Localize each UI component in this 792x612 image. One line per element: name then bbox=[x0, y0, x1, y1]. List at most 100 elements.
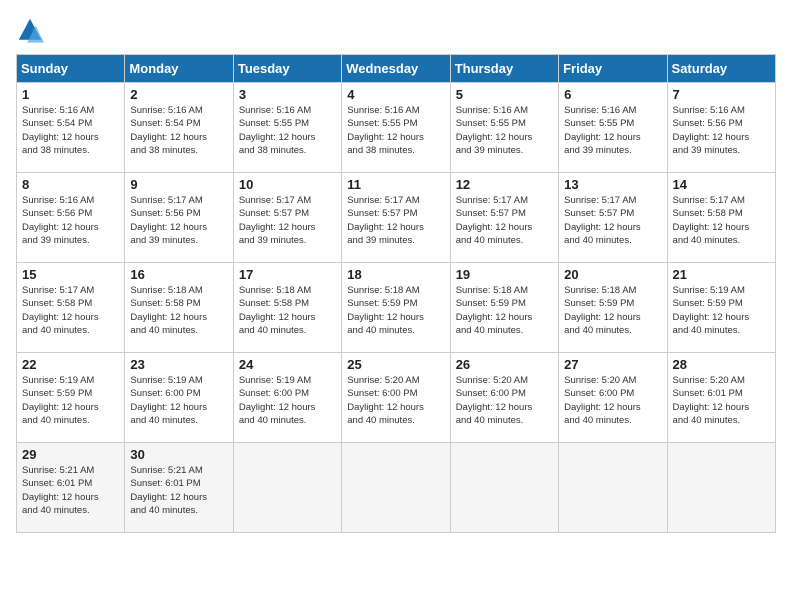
day-number: 5 bbox=[456, 87, 553, 102]
calendar-cell bbox=[342, 443, 450, 533]
day-info: Sunrise: 5:18 AMSunset: 5:58 PMDaylight:… bbox=[130, 284, 227, 337]
day-number: 21 bbox=[673, 267, 770, 282]
header-day: Monday bbox=[125, 55, 233, 83]
calendar-cell: 13 Sunrise: 5:17 AMSunset: 5:57 PMDaylig… bbox=[559, 173, 667, 263]
calendar-cell: 29 Sunrise: 5:21 AMSunset: 6:01 PMDaylig… bbox=[17, 443, 125, 533]
calendar-cell: 7 Sunrise: 5:16 AMSunset: 5:56 PMDayligh… bbox=[667, 83, 775, 173]
calendar-cell: 5 Sunrise: 5:16 AMSunset: 5:55 PMDayligh… bbox=[450, 83, 558, 173]
day-number: 15 bbox=[22, 267, 119, 282]
day-info: Sunrise: 5:21 AMSunset: 6:01 PMDaylight:… bbox=[22, 464, 119, 517]
calendar-cell bbox=[233, 443, 341, 533]
calendar-cell: 18 Sunrise: 5:18 AMSunset: 5:59 PMDaylig… bbox=[342, 263, 450, 353]
day-number: 16 bbox=[130, 267, 227, 282]
calendar-cell: 28 Sunrise: 5:20 AMSunset: 6:01 PMDaylig… bbox=[667, 353, 775, 443]
day-number: 9 bbox=[130, 177, 227, 192]
day-info: Sunrise: 5:18 AMSunset: 5:58 PMDaylight:… bbox=[239, 284, 336, 337]
day-number: 11 bbox=[347, 177, 444, 192]
calendar-cell: 4 Sunrise: 5:16 AMSunset: 5:55 PMDayligh… bbox=[342, 83, 450, 173]
calendar: SundayMondayTuesdayWednesdayThursdayFrid… bbox=[16, 54, 776, 533]
day-info: Sunrise: 5:16 AMSunset: 5:55 PMDaylight:… bbox=[239, 104, 336, 157]
calendar-cell: 17 Sunrise: 5:18 AMSunset: 5:58 PMDaylig… bbox=[233, 263, 341, 353]
day-info: Sunrise: 5:17 AMSunset: 5:57 PMDaylight:… bbox=[239, 194, 336, 247]
calendar-cell: 16 Sunrise: 5:18 AMSunset: 5:58 PMDaylig… bbox=[125, 263, 233, 353]
day-number: 27 bbox=[564, 357, 661, 372]
day-info: Sunrise: 5:16 AMSunset: 5:55 PMDaylight:… bbox=[564, 104, 661, 157]
calendar-cell bbox=[559, 443, 667, 533]
calendar-header: SundayMondayTuesdayWednesdayThursdayFrid… bbox=[17, 55, 776, 83]
day-info: Sunrise: 5:18 AMSunset: 5:59 PMDaylight:… bbox=[456, 284, 553, 337]
day-number: 4 bbox=[347, 87, 444, 102]
day-info: Sunrise: 5:16 AMSunset: 5:55 PMDaylight:… bbox=[347, 104, 444, 157]
calendar-cell: 19 Sunrise: 5:18 AMSunset: 5:59 PMDaylig… bbox=[450, 263, 558, 353]
header-day: Tuesday bbox=[233, 55, 341, 83]
day-number: 28 bbox=[673, 357, 770, 372]
calendar-cell: 27 Sunrise: 5:20 AMSunset: 6:00 PMDaylig… bbox=[559, 353, 667, 443]
day-number: 6 bbox=[564, 87, 661, 102]
day-info: Sunrise: 5:20 AMSunset: 6:00 PMDaylight:… bbox=[564, 374, 661, 427]
day-info: Sunrise: 5:19 AMSunset: 5:59 PMDaylight:… bbox=[22, 374, 119, 427]
day-number: 25 bbox=[347, 357, 444, 372]
day-number: 22 bbox=[22, 357, 119, 372]
header-day: Sunday bbox=[17, 55, 125, 83]
day-info: Sunrise: 5:16 AMSunset: 5:54 PMDaylight:… bbox=[22, 104, 119, 157]
day-number: 29 bbox=[22, 447, 119, 462]
calendar-cell bbox=[450, 443, 558, 533]
day-number: 12 bbox=[456, 177, 553, 192]
day-number: 1 bbox=[22, 87, 119, 102]
day-number: 3 bbox=[239, 87, 336, 102]
day-info: Sunrise: 5:17 AMSunset: 5:57 PMDaylight:… bbox=[347, 194, 444, 247]
day-number: 30 bbox=[130, 447, 227, 462]
calendar-cell: 1 Sunrise: 5:16 AMSunset: 5:54 PMDayligh… bbox=[17, 83, 125, 173]
calendar-cell: 30 Sunrise: 5:21 AMSunset: 6:01 PMDaylig… bbox=[125, 443, 233, 533]
day-number: 7 bbox=[673, 87, 770, 102]
calendar-week: 29 Sunrise: 5:21 AMSunset: 6:01 PMDaylig… bbox=[17, 443, 776, 533]
calendar-cell: 8 Sunrise: 5:16 AMSunset: 5:56 PMDayligh… bbox=[17, 173, 125, 263]
header-day: Saturday bbox=[667, 55, 775, 83]
calendar-cell: 23 Sunrise: 5:19 AMSunset: 6:00 PMDaylig… bbox=[125, 353, 233, 443]
day-info: Sunrise: 5:19 AMSunset: 5:59 PMDaylight:… bbox=[673, 284, 770, 337]
day-info: Sunrise: 5:17 AMSunset: 5:58 PMDaylight:… bbox=[22, 284, 119, 337]
header-day: Friday bbox=[559, 55, 667, 83]
calendar-cell: 15 Sunrise: 5:17 AMSunset: 5:58 PMDaylig… bbox=[17, 263, 125, 353]
day-info: Sunrise: 5:20 AMSunset: 6:01 PMDaylight:… bbox=[673, 374, 770, 427]
header-day: Thursday bbox=[450, 55, 558, 83]
day-number: 10 bbox=[239, 177, 336, 192]
calendar-cell: 10 Sunrise: 5:17 AMSunset: 5:57 PMDaylig… bbox=[233, 173, 341, 263]
calendar-cell: 11 Sunrise: 5:17 AMSunset: 5:57 PMDaylig… bbox=[342, 173, 450, 263]
calendar-cell: 26 Sunrise: 5:20 AMSunset: 6:00 PMDaylig… bbox=[450, 353, 558, 443]
calendar-cell: 25 Sunrise: 5:20 AMSunset: 6:00 PMDaylig… bbox=[342, 353, 450, 443]
day-number: 18 bbox=[347, 267, 444, 282]
day-info: Sunrise: 5:16 AMSunset: 5:55 PMDaylight:… bbox=[456, 104, 553, 157]
day-number: 24 bbox=[239, 357, 336, 372]
day-info: Sunrise: 5:17 AMSunset: 5:57 PMDaylight:… bbox=[456, 194, 553, 247]
calendar-cell: 6 Sunrise: 5:16 AMSunset: 5:55 PMDayligh… bbox=[559, 83, 667, 173]
header-day: Wednesday bbox=[342, 55, 450, 83]
logo-icon bbox=[16, 16, 44, 44]
calendar-week: 8 Sunrise: 5:16 AMSunset: 5:56 PMDayligh… bbox=[17, 173, 776, 263]
day-info: Sunrise: 5:18 AMSunset: 5:59 PMDaylight:… bbox=[347, 284, 444, 337]
calendar-week: 15 Sunrise: 5:17 AMSunset: 5:58 PMDaylig… bbox=[17, 263, 776, 353]
calendar-cell: 14 Sunrise: 5:17 AMSunset: 5:58 PMDaylig… bbox=[667, 173, 775, 263]
day-info: Sunrise: 5:17 AMSunset: 5:58 PMDaylight:… bbox=[673, 194, 770, 247]
day-number: 26 bbox=[456, 357, 553, 372]
day-number: 14 bbox=[673, 177, 770, 192]
calendar-week: 22 Sunrise: 5:19 AMSunset: 5:59 PMDaylig… bbox=[17, 353, 776, 443]
day-number: 2 bbox=[130, 87, 227, 102]
calendar-cell: 21 Sunrise: 5:19 AMSunset: 5:59 PMDaylig… bbox=[667, 263, 775, 353]
day-number: 20 bbox=[564, 267, 661, 282]
day-info: Sunrise: 5:17 AMSunset: 5:56 PMDaylight:… bbox=[130, 194, 227, 247]
day-number: 23 bbox=[130, 357, 227, 372]
day-info: Sunrise: 5:20 AMSunset: 6:00 PMDaylight:… bbox=[347, 374, 444, 427]
logo bbox=[16, 16, 48, 44]
calendar-cell bbox=[667, 443, 775, 533]
day-number: 19 bbox=[456, 267, 553, 282]
calendar-cell: 12 Sunrise: 5:17 AMSunset: 5:57 PMDaylig… bbox=[450, 173, 558, 263]
calendar-cell: 2 Sunrise: 5:16 AMSunset: 5:54 PMDayligh… bbox=[125, 83, 233, 173]
calendar-cell: 20 Sunrise: 5:18 AMSunset: 5:59 PMDaylig… bbox=[559, 263, 667, 353]
header-row: SundayMondayTuesdayWednesdayThursdayFrid… bbox=[17, 55, 776, 83]
day-number: 13 bbox=[564, 177, 661, 192]
calendar-cell: 9 Sunrise: 5:17 AMSunset: 5:56 PMDayligh… bbox=[125, 173, 233, 263]
page-header bbox=[16, 16, 776, 44]
day-info: Sunrise: 5:16 AMSunset: 5:56 PMDaylight:… bbox=[673, 104, 770, 157]
calendar-cell: 24 Sunrise: 5:19 AMSunset: 6:00 PMDaylig… bbox=[233, 353, 341, 443]
